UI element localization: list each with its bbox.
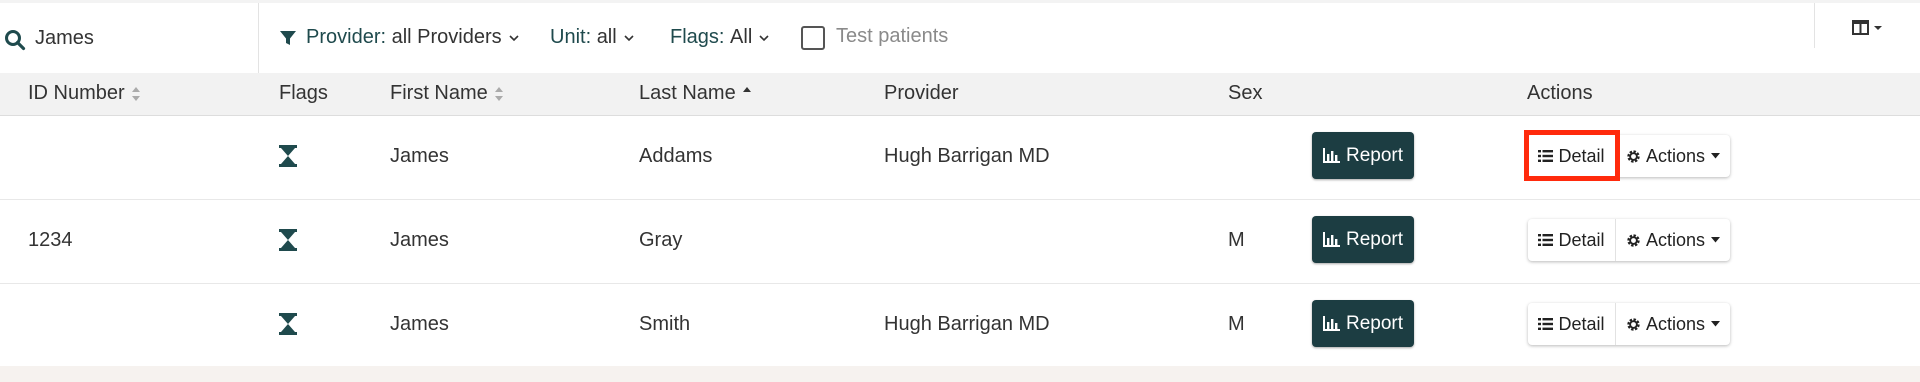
cell-first-name: James [390, 313, 449, 335]
report-button[interactable]: Report [1312, 216, 1414, 263]
cell-id: 1234 [28, 229, 73, 251]
gear-icon [1627, 233, 1640, 247]
column-header-sex: Sex [1228, 82, 1262, 105]
column-header-last-name-label: Last Name [639, 82, 736, 104]
test-patients-checkbox[interactable] [801, 26, 825, 50]
column-header-id-label: ID Number [28, 82, 125, 104]
table-row[interactable]: James Smith Hugh Barrigan MD M Report De… [0, 284, 1920, 368]
cell-last-name: Addams [639, 145, 713, 167]
column-header-provider-label: Provider [884, 82, 959, 104]
unit-filter[interactable]: Unit: all [550, 26, 635, 49]
provider-filter[interactable]: Provider: all Providers [279, 26, 520, 49]
chevron-down-icon [624, 34, 634, 41]
cell-first-name: James [390, 145, 449, 167]
cell-provider: Hugh Barrigan MD [884, 145, 1050, 167]
report-button[interactable]: Report [1312, 132, 1414, 179]
bar-chart-icon [1322, 232, 1340, 247]
report-button-label: Report [1345, 144, 1404, 166]
list-icon [1538, 234, 1554, 246]
hourglass-icon [279, 145, 297, 167]
hourglass-icon [279, 229, 297, 251]
column-header-flags: Flags [279, 82, 328, 105]
table-row[interactable]: 1234 James Gray M Report Detail Actions [0, 200, 1920, 284]
flags-filter-value: All [730, 26, 753, 48]
chevron-down-icon [759, 34, 769, 41]
caret-down-icon [1711, 153, 1721, 159]
flags-filter-label: Flags: [670, 26, 725, 48]
column-header-last-name[interactable]: Last Name [639, 82, 752, 105]
actions-button-label: Actions [1645, 313, 1706, 334]
sort-ascending-icon [742, 86, 751, 92]
actions-dropdown-button[interactable]: Actions [1616, 219, 1730, 261]
actions-dropdown-button[interactable]: Actions [1616, 303, 1730, 345]
detail-button-label: Detail [1558, 229, 1605, 250]
chevron-down-icon [509, 34, 519, 41]
row-action-group: Detail Actions [1528, 219, 1730, 261]
row-action-group: Detail Actions [1528, 303, 1730, 345]
unit-filter-value: all [596, 26, 617, 48]
columns-icon[interactable] [1852, 19, 1886, 39]
bar-chart-icon [1322, 148, 1340, 163]
unit-filter-label: Unit: [550, 26, 592, 48]
footer-strip [0, 366, 1920, 382]
cell-sex: M [1228, 313, 1245, 335]
detail-button-label: Detail [1558, 313, 1605, 334]
detail-button[interactable]: Detail [1528, 303, 1616, 345]
detail-button[interactable]: Detail [1528, 219, 1616, 261]
filter-icon [280, 30, 296, 45]
column-header-first-name-label: First Name [390, 82, 488, 104]
filter-toolbar: James Provider: all Providers Unit: all … [0, 3, 1920, 73]
report-button-label: Report [1345, 312, 1404, 334]
actions-dropdown-button[interactable]: Actions [1616, 135, 1730, 177]
sort-icon [494, 86, 503, 101]
cell-sex: M [1228, 229, 1245, 251]
report-button[interactable]: Report [1312, 300, 1414, 347]
test-patients-label: Test patients [836, 25, 949, 47]
caret-down-icon [1711, 321, 1721, 327]
bar-chart-icon [1322, 316, 1340, 331]
cell-last-name: Smith [639, 313, 691, 335]
caret-down-icon [1711, 237, 1721, 243]
toolbar-divider [1814, 3, 1815, 48]
cell-provider: Hugh Barrigan MD [884, 313, 1050, 335]
provider-filter-label: Provider: [306, 26, 387, 48]
hourglass-icon [279, 313, 297, 335]
gear-icon [1627, 149, 1640, 163]
column-header-first-name[interactable]: First Name [390, 82, 504, 105]
provider-filter-value: all Providers [391, 26, 502, 48]
column-header-flags-label: Flags [279, 82, 328, 104]
list-icon [1538, 318, 1554, 330]
actions-button-label: Actions [1645, 145, 1706, 166]
table-header: ID Number Flags First Name Last Name Pro… [0, 73, 1920, 116]
cell-first-name: James [390, 229, 449, 251]
column-header-actions-label: Actions [1527, 82, 1593, 104]
column-header-provider: Provider [884, 82, 958, 105]
search-input[interactable]: James [35, 27, 94, 50]
gear-icon [1627, 317, 1640, 331]
flags-filter[interactable]: Flags: All [670, 26, 770, 49]
sort-icon [131, 86, 140, 101]
report-button-label: Report [1345, 228, 1404, 250]
column-header-sex-label: Sex [1228, 82, 1263, 104]
column-header-actions: Actions [1527, 82, 1593, 105]
search-icon [5, 30, 26, 51]
detail-button-highlight [1524, 130, 1620, 181]
table-row[interactable]: James Addams Hugh Barrigan MD Report Det… [0, 116, 1920, 200]
actions-button-label: Actions [1645, 229, 1706, 250]
search-box[interactable]: James [0, 3, 259, 73]
cell-last-name: Gray [639, 229, 683, 251]
column-header-id[interactable]: ID Number [28, 82, 141, 105]
